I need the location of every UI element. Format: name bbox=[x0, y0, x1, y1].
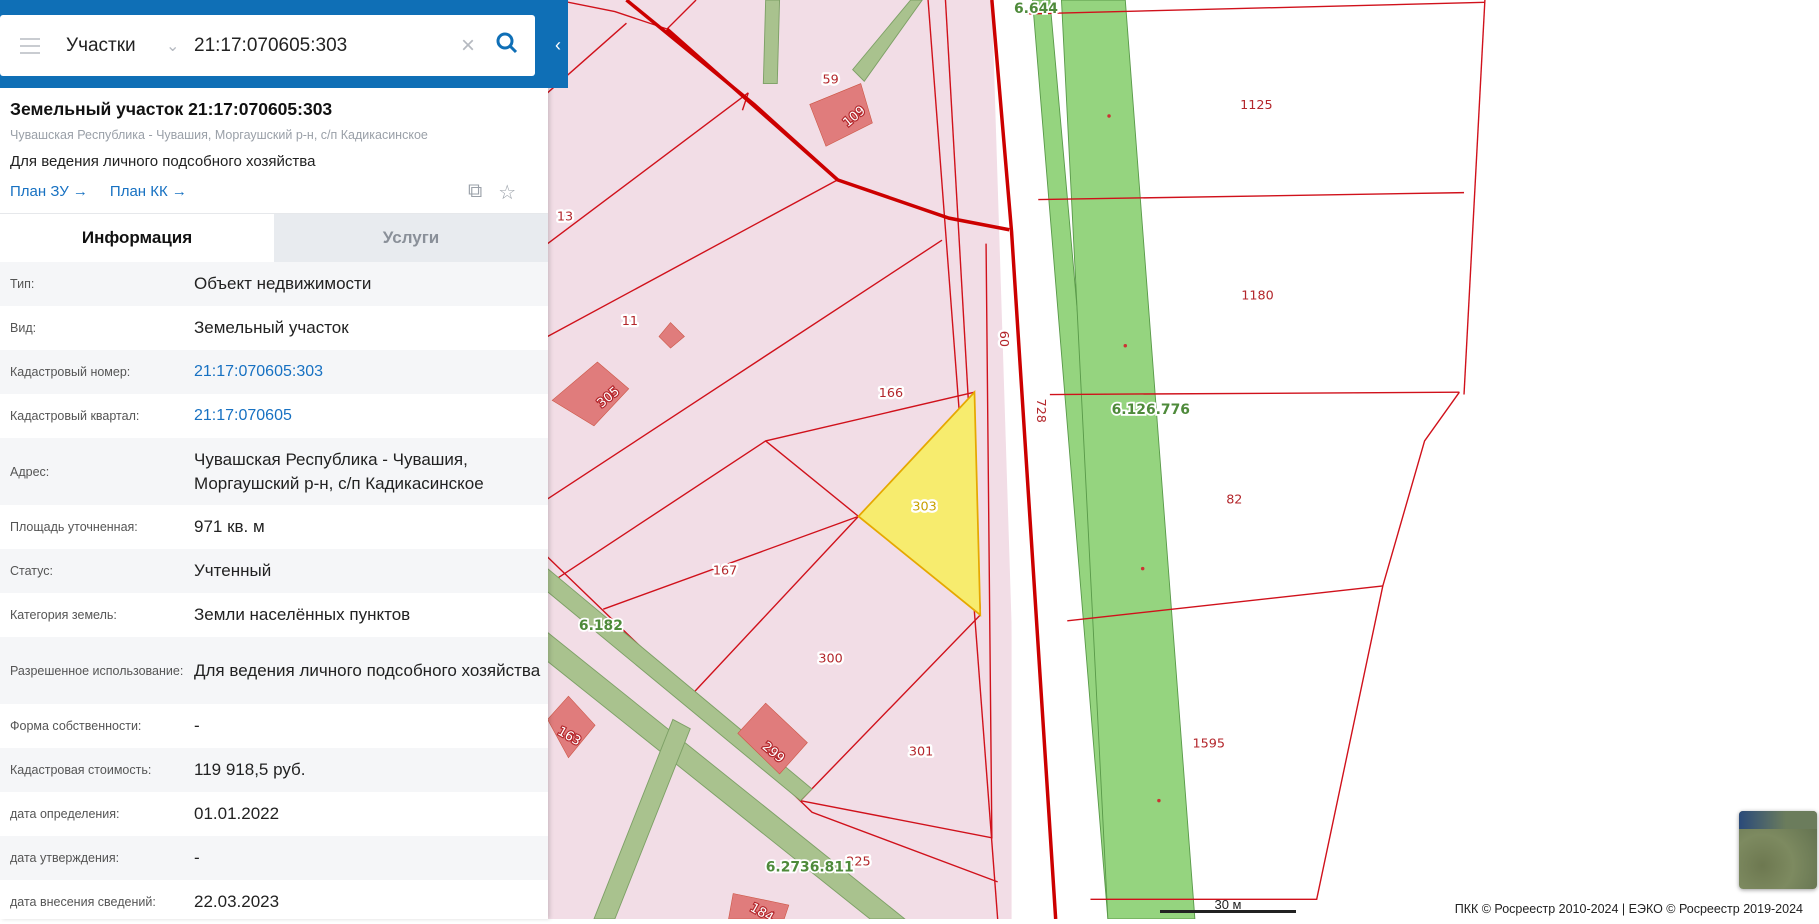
parcel-label: 1595 bbox=[1193, 736, 1225, 751]
info-key: Площадь уточненная: bbox=[10, 520, 138, 534]
info-row: Площадь уточненная: 971 кв. м bbox=[0, 505, 548, 549]
star-icon[interactable]: ☆ bbox=[498, 180, 516, 205]
zoom-to-object-icon[interactable]: ⧉ bbox=[468, 180, 482, 205]
object-title: Земельный участок 21:17:070605:303 bbox=[10, 99, 333, 119]
info-value: Земельный участок bbox=[194, 318, 349, 337]
info-key: дата утверждения: bbox=[10, 851, 120, 865]
info-value: - bbox=[194, 716, 200, 735]
category-select[interactable]: Участки bbox=[66, 35, 166, 57]
zone-label: 6.644 bbox=[1014, 1, 1058, 17]
info-value: Для ведения личного подсобного хозяйства bbox=[194, 660, 541, 680]
info-row: Тип: Объект недвижимости bbox=[0, 262, 548, 306]
search-icon[interactable] bbox=[495, 31, 535, 60]
info-row: дата внесения сведений: 22.03.2023 bbox=[0, 880, 548, 924]
info-row: Кадастровая стоимость: 119 918,5 руб. bbox=[0, 748, 548, 792]
parcel-label: 60 bbox=[996, 331, 1011, 347]
info-row: Разрешенное использование: Для ведения ли… bbox=[0, 637, 548, 704]
info-value: Чувашская Республика - Чувашия, Моргаушс… bbox=[194, 449, 484, 493]
parcel-label: 11 bbox=[622, 314, 638, 329]
info-key: Кадастровый квартал: bbox=[10, 409, 140, 423]
search-bar: Участки ⌄ 21:17:070605:303 × bbox=[0, 15, 535, 76]
zone-label: 6.182 bbox=[579, 618, 623, 634]
info-row: дата утверждения: - bbox=[0, 836, 548, 880]
info-row: Категория земель: Земли населённых пункто… bbox=[0, 593, 548, 637]
plan-kk-link[interactable]: План КК → bbox=[110, 183, 187, 200]
info-row: Статус: Учтенный bbox=[0, 549, 548, 593]
info-key: Категория земель: bbox=[10, 608, 117, 622]
info-key: Адрес: bbox=[10, 464, 50, 479]
info-value: - bbox=[194, 848, 200, 867]
info-value: Земли населённых пунктов bbox=[194, 605, 411, 624]
info-row: Адрес: Чувашская Республика - Чувашия, Мо… bbox=[0, 438, 548, 505]
search-input[interactable]: 21:17:070605:303 bbox=[194, 35, 461, 57]
zone-label: 6.2736.811 bbox=[766, 859, 854, 875]
info-key: Кадастровая стоимость: bbox=[10, 763, 152, 777]
info-key: Форма собственности: bbox=[10, 719, 142, 733]
object-use: Для ведения личного подсобного хозяйства bbox=[10, 153, 316, 170]
info-value: 22.03.2023 bbox=[194, 892, 280, 911]
parcel-label: 300 bbox=[818, 652, 842, 667]
info-key: Кадастровый номер: bbox=[10, 365, 131, 379]
chevron-down-icon[interactable]: ⌄ bbox=[166, 36, 194, 56]
tab-information[interactable]: Информация bbox=[0, 214, 274, 262]
parcel-label: 167 bbox=[713, 563, 737, 578]
map-scale: 30 м bbox=[1160, 897, 1296, 913]
map-attribution: ПКК © Росреестр 2010-2024 | ЕЭКО © Росре… bbox=[1454, 902, 1803, 916]
info-row: Форма собственности: - bbox=[0, 704, 548, 748]
info-row: Кадастровый номер: 21:17:070605:303 bbox=[0, 350, 548, 394]
zone-label: 6.126.776 bbox=[1112, 402, 1190, 418]
info-panel: Участки ⌄ 21:17:070605:303 × ‹ Земельный… bbox=[0, 0, 568, 919]
info-value: Объект недвижимости bbox=[194, 274, 372, 293]
collapse-panel-icon[interactable]: ‹ bbox=[548, 30, 568, 60]
info-row: Вид: Земельный участок bbox=[0, 306, 548, 350]
info-key: дата определения: bbox=[10, 807, 120, 821]
info-value: 971 кв. м bbox=[194, 517, 265, 536]
parcel-label: 728 bbox=[1033, 399, 1048, 423]
info-key: Тип: bbox=[10, 277, 35, 291]
info-value: 119 918,5 руб. bbox=[194, 760, 306, 779]
menu-icon[interactable] bbox=[20, 37, 40, 54]
info-value: 01.01.2022 bbox=[194, 804, 280, 823]
info-key: Вид: bbox=[10, 321, 37, 335]
info-value[interactable]: 21:17:070605:303 bbox=[194, 360, 548, 384]
info-key: Статус: bbox=[10, 564, 53, 578]
parcel-label-selected: 303 bbox=[912, 500, 936, 515]
tab-services[interactable]: Услуги bbox=[274, 214, 548, 262]
clear-icon[interactable]: × bbox=[461, 32, 495, 60]
parcel-label: 166 bbox=[879, 386, 903, 401]
basemap-switcher[interactable] bbox=[1739, 811, 1817, 889]
parcel-label: 59 bbox=[822, 73, 838, 88]
object-address: Чувашская Республика - Чувашия, Моргаушс… bbox=[10, 128, 428, 142]
info-value[interactable]: 21:17:070605 bbox=[194, 404, 548, 428]
info-row: дата определения: 01.01.2022 bbox=[0, 792, 548, 836]
parcel-label: 301 bbox=[909, 744, 933, 759]
plan-zu-link[interactable]: План ЗУ → bbox=[10, 183, 88, 200]
info-table: Тип: Объект недвижимости Вид: Земельный уча… bbox=[0, 262, 548, 924]
info-key: Разрешенное использование: bbox=[10, 663, 184, 678]
parcel-label: 13 bbox=[557, 209, 573, 224]
parcel-label: 1125 bbox=[1240, 98, 1272, 113]
top-bar: Участки ⌄ 21:17:070605:303 × ‹ bbox=[0, 0, 568, 88]
info-row: Кадастровый квартал: 21:17:070605 bbox=[0, 394, 548, 438]
info-key: дата внесения сведений: bbox=[10, 895, 156, 909]
info-value: Учтенный bbox=[194, 561, 272, 580]
parcel-label: 1180 bbox=[1241, 288, 1273, 303]
parcel-label: 82 bbox=[1226, 493, 1242, 508]
